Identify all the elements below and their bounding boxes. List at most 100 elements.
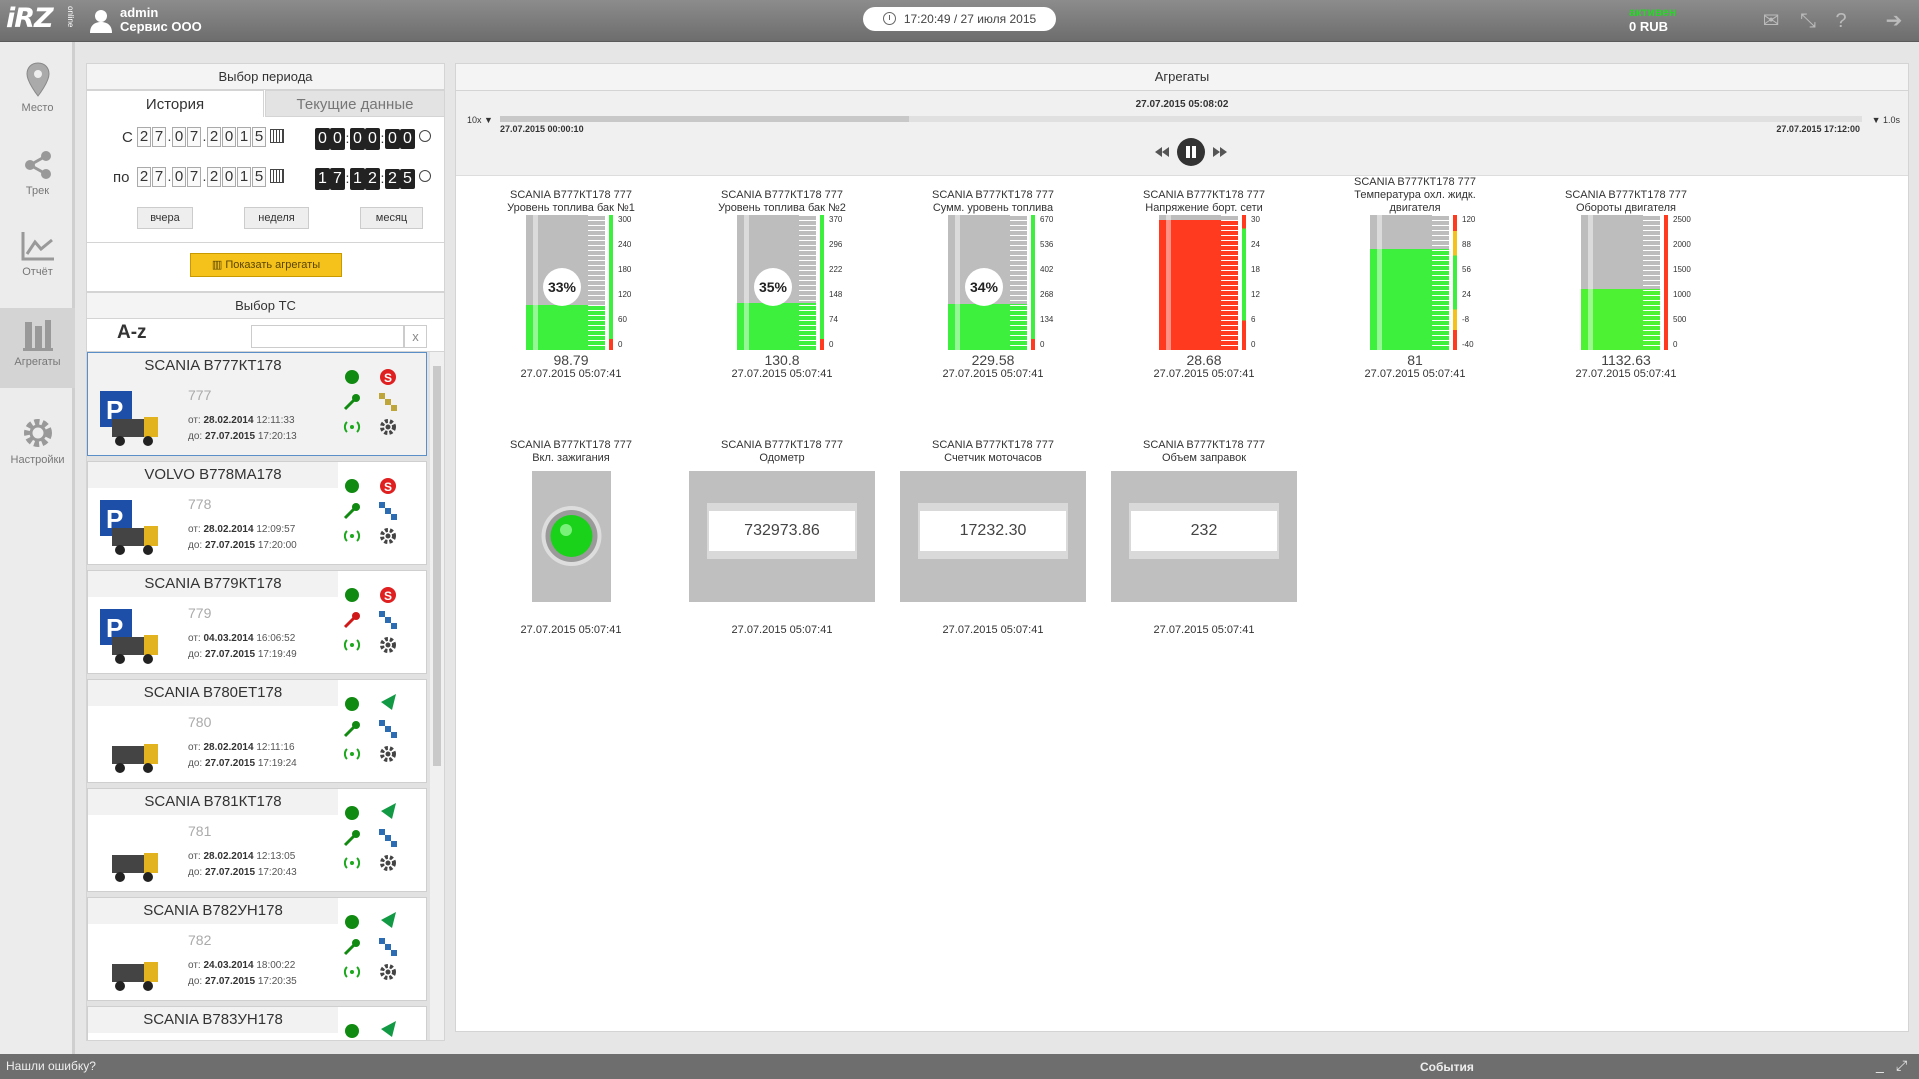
ignition-widget: SCANIA В777КТ178 777 Вкл. зажигания 27.0… (476, 439, 666, 639)
logo-subtext: online (66, 6, 75, 28)
month-button[interactable]: месяц (360, 207, 423, 229)
scale-tick-label: 56 (1462, 265, 1471, 274)
satellite-icon (379, 720, 397, 738)
sort-az-button[interactable]: A-z (117, 322, 147, 344)
counter-frame: 732973.86 (707, 503, 857, 559)
forward-icon[interactable] (1213, 147, 1227, 157)
share-icon (24, 151, 51, 179)
vehicle-card[interactable]: SCANIA В777КТ178 777 от: 28.02.2014 12:1… (87, 352, 427, 456)
show-aggregates-button[interactable]: ▥ Показать агрегаты (190, 253, 342, 277)
settings-gear-icon[interactable] (378, 962, 398, 982)
from-time-input[interactable]: 00:00:00 (315, 125, 431, 150)
time-digit: 1 (350, 168, 365, 190)
username[interactable]: admin (120, 5, 158, 20)
scale-tick-label: 74 (829, 315, 838, 324)
nav-track[interactable]: Трек (0, 139, 75, 219)
pause-icon[interactable] (1177, 138, 1205, 166)
settings-gear-icon[interactable] (378, 853, 398, 873)
gauge-widget: SCANIA В777КТ178 777 Обороты двигателя 2… (1531, 189, 1721, 389)
scale-tick-label: 24 (1251, 240, 1260, 249)
key-icon (343, 721, 360, 738)
settings-gear-icon[interactable] (378, 417, 398, 437)
scrollbar-thumb[interactable] (433, 366, 441, 766)
gauge-title: Обороты двигателя (1575, 202, 1677, 214)
calendar-icon[interactable] (270, 129, 284, 143)
date-digit: 2 (207, 127, 221, 147)
to-time: 17:20:43 (257, 867, 297, 878)
mail-icon[interactable]: ✉ (1759, 10, 1783, 32)
gauge-color-scale (609, 215, 613, 350)
signal-icon (343, 857, 361, 869)
gauge-highlight (1166, 215, 1171, 350)
from-date-input[interactable]: 27.07.2015 (137, 127, 284, 147)
events-panel-toggle[interactable]: События (1420, 1060, 1474, 1074)
vehicle-status-icons: S (342, 575, 424, 671)
from-date: 28.02.2014 (203, 524, 254, 535)
clock-icon[interactable] (419, 130, 431, 142)
vehicle-status-icons (342, 902, 424, 998)
nav-report[interactable]: Отчёт (0, 220, 75, 300)
settings-gear-icon[interactable] (378, 635, 398, 655)
vehicle-status-icons (342, 1011, 424, 1040)
settings-gear-icon[interactable] (378, 526, 398, 546)
from-label: от: (188, 415, 201, 426)
settings-gear-icon[interactable] (378, 744, 398, 764)
satellite-icon (379, 393, 397, 411)
signal-icon (343, 421, 361, 433)
logo[interactable]: iRZ online (6, 3, 75, 36)
report-bug-link[interactable]: Нашли ошибку? (6, 1059, 96, 1073)
gauge-ticks (1432, 215, 1449, 350)
gauge-vehicle: SCANIA В777КТ178 777 (1354, 176, 1476, 188)
nav-place[interactable]: Место (0, 52, 75, 132)
widget-timestamp: 27.07.2015 05:07:41 (520, 624, 622, 636)
rewind-icon[interactable] (1155, 147, 1169, 157)
speed-selector[interactable]: 10x ▼ (467, 115, 493, 125)
satellite-icon (379, 611, 397, 629)
timeline-bar[interactable] (500, 116, 1862, 122)
tab-history[interactable]: История (86, 90, 264, 117)
vehicle-list[interactable]: SCANIA В777КТ178 777 от: 28.02.2014 12:1… (86, 351, 445, 1041)
nav-aggregates[interactable]: Агрегаты (0, 308, 75, 388)
logout-icon[interactable]: ➔ (1882, 10, 1906, 32)
calendar-icon[interactable] (270, 169, 284, 183)
clock-icon[interactable] (419, 170, 431, 182)
to-time-input[interactable]: 17:12:25 (315, 165, 431, 190)
svg-text:S: S (384, 371, 392, 385)
vehicle-card[interactable]: SCANIA В780ЕТ178 780 от: 28.02.2014 12:1… (87, 679, 427, 783)
gauge-ticks (1010, 215, 1027, 350)
expand-icon[interactable]: ⤢ (1896, 1057, 1907, 1074)
counter-box: 17232.30 (900, 471, 1086, 602)
vehicle-card[interactable]: SCANIA В783УН178 от: до: (87, 1006, 427, 1040)
gauge-value: 1132.63 (1601, 352, 1651, 368)
account-status: активен (1629, 5, 1677, 19)
counter-box: 232 (1111, 471, 1297, 602)
scrollbar[interactable] (430, 352, 444, 1040)
vehicle-search-input[interactable] (251, 325, 404, 348)
gauge-ticks (799, 215, 816, 350)
current-playback-time: 27.07.2015 05:08:02 (1135, 99, 1229, 110)
clear-search-button[interactable]: x (404, 325, 427, 348)
vehicle-card[interactable]: SCANIA В779КТ178 779 от: 04.03.2014 16:0… (87, 570, 427, 674)
scale-tick-label: 500 (1673, 315, 1687, 324)
week-button[interactable]: неделя (244, 207, 309, 229)
gauge-widget: SCANIA В777КТ178 777 Уровень топлива бак… (476, 189, 666, 389)
vehicle-card[interactable]: VOLVO В778МА178 778 от: 28.02.2014 12:09… (87, 461, 427, 565)
help-icon[interactable]: ? (1829, 10, 1853, 32)
yesterday-button[interactable]: вчера (137, 207, 193, 229)
nav-settings[interactable]: Настройки (0, 406, 75, 486)
vehicle-card[interactable]: SCANIA В781КТ178 781 от: 28.02.2014 12:1… (87, 788, 427, 892)
vehicle-to: до: 27.07.2015 17:20:35 (188, 976, 297, 987)
gauge-color-scale (1453, 215, 1457, 350)
fullscreen-icon[interactable]: ⤡ (1796, 10, 1820, 32)
gauge-tank: 33% 300 240 180 120 60 0 (526, 215, 631, 350)
scale-tick-label: 6 (1251, 315, 1256, 324)
minimize-icon[interactable]: _ (1876, 1057, 1884, 1073)
to-date-input[interactable]: 27.07.2015 (137, 167, 284, 187)
tab-current-data[interactable]: Текущие данные (265, 90, 445, 117)
interval-selector[interactable]: ▼ 1.0s (1872, 115, 1900, 125)
vehicle-card[interactable]: SCANIA В782УН178 782 от: 24.03.2014 18:0… (87, 897, 427, 1001)
gauge-timestamp: 27.07.2015 05:07:41 (731, 368, 833, 380)
satellite-icon (379, 502, 397, 520)
direction-icon (381, 912, 396, 928)
gauge-title-line2: двигателя (1389, 202, 1441, 214)
